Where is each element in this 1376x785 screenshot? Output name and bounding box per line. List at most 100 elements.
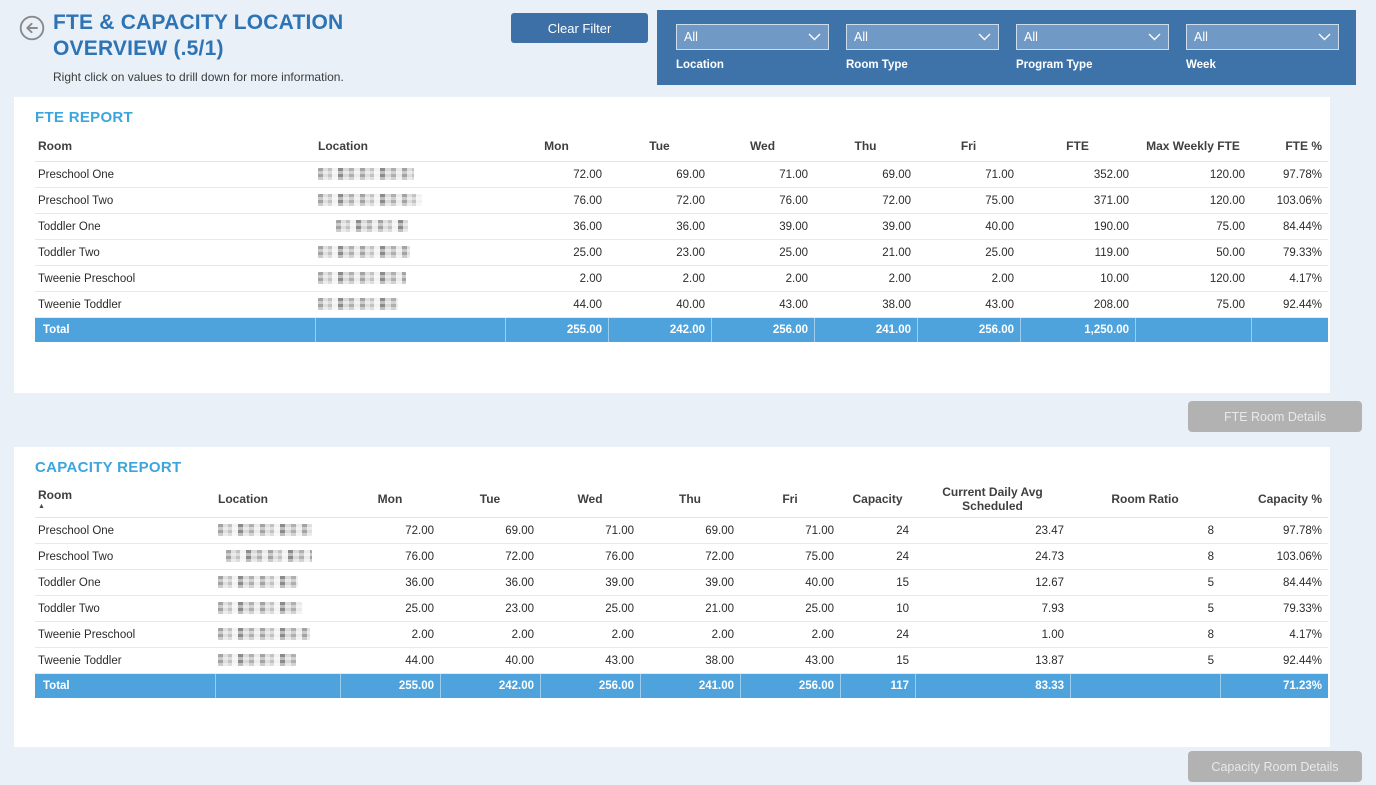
total-wed[interactable]: 256.00 xyxy=(540,674,640,698)
tue-cell[interactable]: 2.00 xyxy=(440,629,540,641)
fte-cell[interactable]: 190.00 xyxy=(1020,221,1135,233)
back-button[interactable] xyxy=(19,15,45,41)
thu-cell[interactable]: 69.00 xyxy=(814,169,917,181)
max-weekly-fte-cell[interactable]: 120.00 xyxy=(1135,195,1251,207)
capacity-pct-cell[interactable]: 79.33% xyxy=(1220,603,1328,615)
capacity-pct-cell[interactable]: 97.78% xyxy=(1220,525,1328,537)
mon-cell[interactable]: 36.00 xyxy=(505,221,608,233)
thu-cell[interactable]: 38.00 xyxy=(814,299,917,311)
wed-cell[interactable]: 25.00 xyxy=(540,603,640,615)
fte-cell[interactable]: 208.00 xyxy=(1020,299,1135,311)
total-capacity[interactable]: 117 xyxy=(840,674,915,698)
total-avg-scheduled[interactable]: 83.33 xyxy=(915,674,1070,698)
cap-col-room[interactable]: Room ▲ xyxy=(35,488,215,510)
fte-cell[interactable]: 119.00 xyxy=(1020,247,1135,259)
fte-col-mon[interactable]: Mon xyxy=(505,139,608,153)
capacity-room-details-button[interactable]: Capacity Room Details xyxy=(1188,751,1362,782)
room-cell[interactable]: Preschool Two xyxy=(35,195,315,207)
capacity-cell[interactable]: 24 xyxy=(840,525,915,537)
max-weekly-fte-cell[interactable]: 75.00 xyxy=(1135,299,1251,311)
thu-cell[interactable]: 21.00 xyxy=(814,247,917,259)
fte-pct-cell[interactable]: 4.17% xyxy=(1251,273,1328,285)
mon-cell[interactable]: 76.00 xyxy=(340,551,440,563)
room-ratio-cell[interactable]: 5 xyxy=(1070,655,1220,667)
mon-cell[interactable]: 72.00 xyxy=(505,169,608,181)
fri-cell[interactable]: 43.00 xyxy=(740,655,840,667)
tue-cell[interactable]: 69.00 xyxy=(608,169,711,181)
wed-cell[interactable]: 71.00 xyxy=(540,525,640,537)
fte-pct-cell[interactable]: 103.06% xyxy=(1251,195,1328,207)
tue-cell[interactable]: 36.00 xyxy=(608,221,711,233)
fri-cell[interactable]: 2.00 xyxy=(740,629,840,641)
room-cell[interactable]: Tweenie Toddler xyxy=(35,299,315,311)
thu-cell[interactable]: 2.00 xyxy=(814,273,917,285)
avg-scheduled-cell[interactable]: 7.93 xyxy=(915,603,1070,615)
room-cell[interactable]: Toddler One xyxy=(35,577,215,589)
room-cell[interactable]: Preschool One xyxy=(35,525,215,537)
cap-col-pct[interactable]: Capacity % xyxy=(1220,492,1328,506)
fte-pct-cell[interactable]: 92.44% xyxy=(1251,299,1328,311)
wed-cell[interactable]: 2.00 xyxy=(711,273,814,285)
cap-col-tue[interactable]: Tue xyxy=(440,492,540,506)
fte-col-fte-pct[interactable]: FTE % xyxy=(1251,139,1328,153)
cap-col-avg[interactable]: Current Daily Avg Scheduled xyxy=(915,485,1070,513)
fte-col-fri[interactable]: Fri xyxy=(917,139,1020,153)
capacity-cell[interactable]: 15 xyxy=(840,655,915,667)
room-ratio-cell[interactable]: 8 xyxy=(1070,551,1220,563)
fte-col-thu[interactable]: Thu xyxy=(814,139,917,153)
max-weekly-fte-cell[interactable]: 75.00 xyxy=(1135,221,1251,233)
wed-cell[interactable]: 39.00 xyxy=(711,221,814,233)
fte-col-fte[interactable]: FTE xyxy=(1020,139,1135,153)
room-ratio-cell[interactable]: 5 xyxy=(1070,577,1220,589)
wed-cell[interactable]: 43.00 xyxy=(540,655,640,667)
room-cell[interactable]: Tweenie Toddler xyxy=(35,655,215,667)
thu-cell[interactable]: 38.00 xyxy=(640,655,740,667)
total-thu[interactable]: 241.00 xyxy=(640,674,740,698)
tue-cell[interactable]: 23.00 xyxy=(440,603,540,615)
fri-cell[interactable]: 25.00 xyxy=(740,603,840,615)
clear-filter-button[interactable]: Clear Filter xyxy=(511,13,648,43)
room-cell[interactable]: Toddler Two xyxy=(35,603,215,615)
total-wed[interactable]: 256.00 xyxy=(711,318,814,342)
avg-scheduled-cell[interactable]: 1.00 xyxy=(915,629,1070,641)
program-type-dropdown[interactable]: All xyxy=(1016,24,1169,50)
tue-cell[interactable]: 72.00 xyxy=(608,195,711,207)
fte-col-max-weekly-fte[interactable]: Max Weekly FTE xyxy=(1135,139,1251,153)
tue-cell[interactable]: 40.00 xyxy=(440,655,540,667)
room-cell[interactable]: Preschool Two xyxy=(35,551,215,563)
thu-cell[interactable]: 39.00 xyxy=(814,221,917,233)
fte-col-location[interactable]: Location xyxy=(315,139,505,153)
fri-cell[interactable]: 40.00 xyxy=(917,221,1020,233)
fri-cell[interactable]: 71.00 xyxy=(917,169,1020,181)
fte-cell[interactable]: 352.00 xyxy=(1020,169,1135,181)
fte-col-wed[interactable]: Wed xyxy=(711,139,814,153)
avg-scheduled-cell[interactable]: 23.47 xyxy=(915,525,1070,537)
mon-cell[interactable]: 2.00 xyxy=(340,629,440,641)
fte-room-details-button[interactable]: FTE Room Details xyxy=(1188,401,1362,432)
avg-scheduled-cell[interactable]: 12.67 xyxy=(915,577,1070,589)
wed-cell[interactable]: 71.00 xyxy=(711,169,814,181)
fte-pct-cell[interactable]: 84.44% xyxy=(1251,221,1328,233)
mon-cell[interactable]: 72.00 xyxy=(340,525,440,537)
mon-cell[interactable]: 76.00 xyxy=(505,195,608,207)
wed-cell[interactable]: 76.00 xyxy=(540,551,640,563)
capacity-pct-cell[interactable]: 84.44% xyxy=(1220,577,1328,589)
tue-cell[interactable]: 72.00 xyxy=(440,551,540,563)
room-cell[interactable]: Tweenie Preschool xyxy=(35,629,215,641)
room-ratio-cell[interactable]: 8 xyxy=(1070,525,1220,537)
mon-cell[interactable]: 44.00 xyxy=(505,299,608,311)
week-dropdown[interactable]: All xyxy=(1186,24,1339,50)
fte-col-room[interactable]: Room xyxy=(35,139,315,153)
fte-cell[interactable]: 10.00 xyxy=(1020,273,1135,285)
total-thu[interactable]: 241.00 xyxy=(814,318,917,342)
cap-col-fri[interactable]: Fri xyxy=(740,492,840,506)
room-cell[interactable]: Toddler Two xyxy=(35,247,315,259)
room-cell[interactable]: Tweenie Preschool xyxy=(35,273,315,285)
capacity-pct-cell[interactable]: 103.06% xyxy=(1220,551,1328,563)
room-cell[interactable]: Toddler One xyxy=(35,221,315,233)
mon-cell[interactable]: 44.00 xyxy=(340,655,440,667)
max-weekly-fte-cell[interactable]: 50.00 xyxy=(1135,247,1251,259)
cap-col-wed[interactable]: Wed xyxy=(540,492,640,506)
fte-pct-cell[interactable]: 97.78% xyxy=(1251,169,1328,181)
fri-cell[interactable]: 25.00 xyxy=(917,247,1020,259)
